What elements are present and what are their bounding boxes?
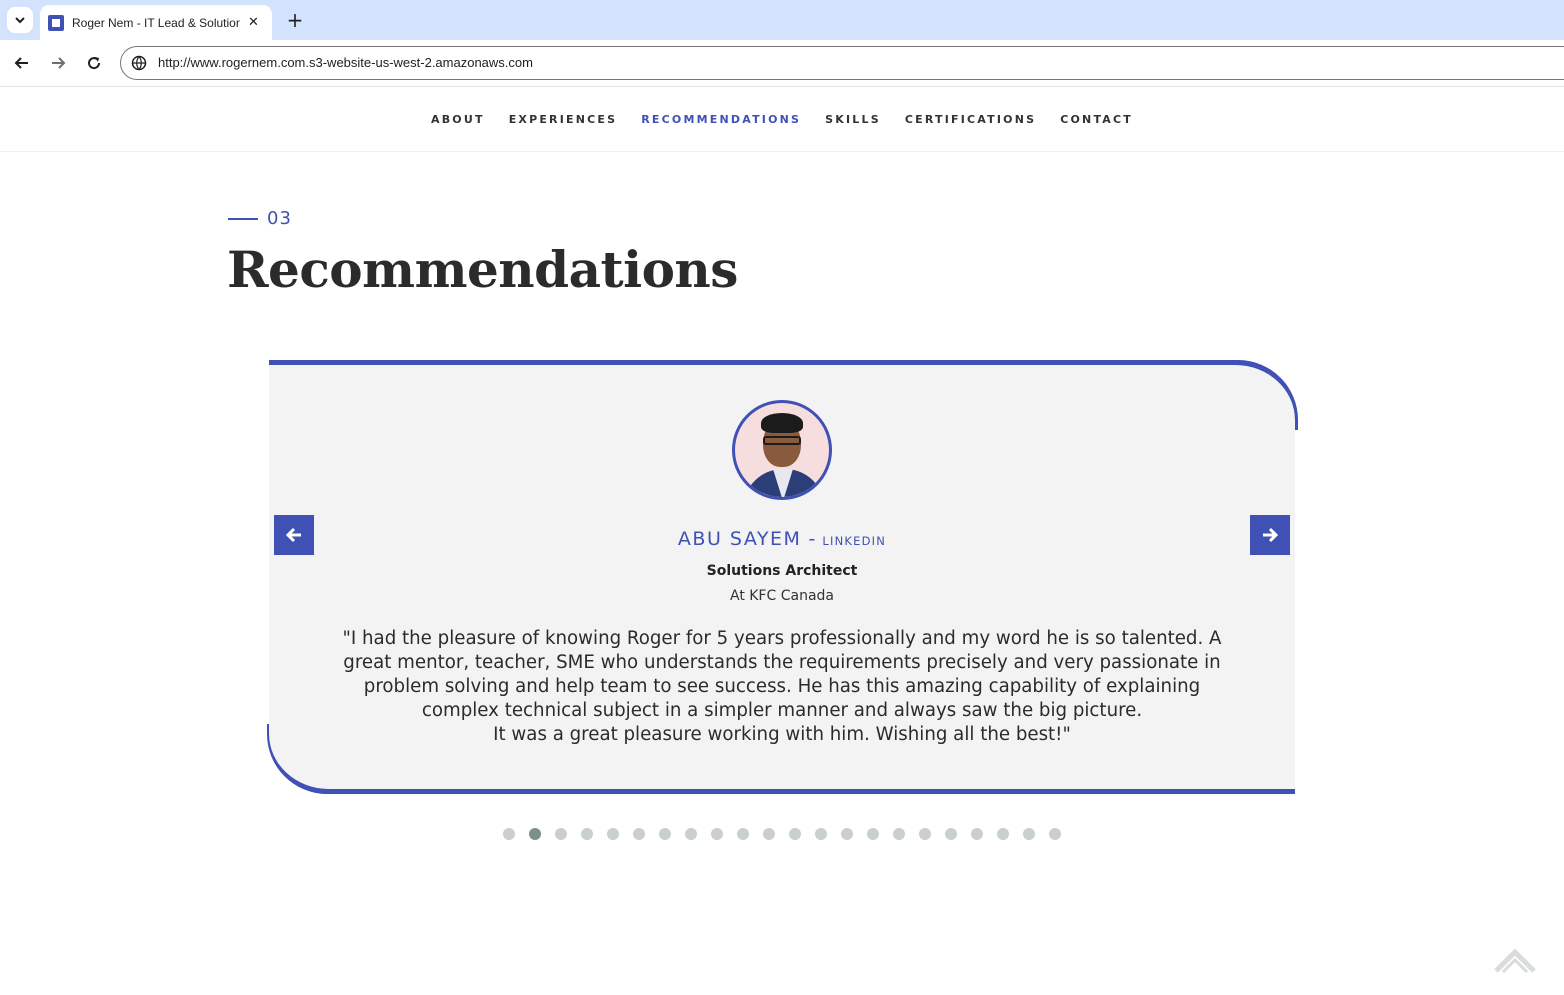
section-number-text: 03 (267, 208, 292, 229)
carousel-dot[interactable] (711, 828, 723, 840)
carousel-dot[interactable] (555, 828, 567, 840)
quote-line: It was a great pleasure working with him… (493, 724, 1071, 745)
carousel-dot[interactable] (815, 828, 827, 840)
recommender-role: Solutions Architect (706, 563, 858, 579)
carousel-dot[interactable] (971, 828, 983, 840)
tab-search-button[interactable] (7, 7, 33, 33)
carousel-dot[interactable] (841, 828, 853, 840)
nav-link-recommendations[interactable]: RECOMMENDATIONS (641, 113, 801, 126)
carousel-dot[interactable] (997, 828, 1009, 840)
carousel-dot[interactable] (1023, 828, 1035, 840)
carousel-dot[interactable] (529, 828, 541, 840)
carousel-dot[interactable] (867, 828, 879, 840)
carousel-dot[interactable] (763, 828, 775, 840)
card-corner-decoration (1234, 360, 1298, 430)
carousel-dot[interactable] (737, 828, 749, 840)
close-icon[interactable]: ✕ (248, 15, 259, 30)
nav-link-skills[interactable]: SKILLS (825, 113, 881, 126)
arrow-right-icon (52, 57, 66, 69)
quote-line: "I had the pleasure of knowing Roger for… (342, 628, 1222, 649)
carousel-dot[interactable] (1049, 828, 1061, 840)
avatar (732, 400, 832, 500)
browser-toolbar: http://www.rogernem.com.s3-website-us-we… (0, 40, 1564, 87)
quote-line: complex technical subject in a simpler m… (421, 700, 1143, 721)
recommender-name: ABU SAYEM (677, 528, 802, 550)
section-rule (228, 217, 258, 220)
avatar-glasses (763, 436, 801, 445)
recommender-line: ABU SAYEM - LINKEDIN (269, 528, 1295, 550)
nav-link-certifications[interactable]: CERTIFICATIONS (905, 113, 1036, 126)
avatar-hair (761, 413, 803, 433)
carousel-dot[interactable] (659, 828, 671, 840)
tab-title: Roger Nem - IT Lead & Solutions Architec… (72, 15, 240, 30)
carousel-dot[interactable] (685, 828, 697, 840)
carousel-dot[interactable] (633, 828, 645, 840)
reload-icon (88, 57, 101, 70)
nav-link-experiences[interactable]: EXPERIENCES (509, 113, 618, 126)
carousel-dot[interactable] (919, 828, 931, 840)
browser-tab[interactable]: Roger Nem - IT Lead & Solutions Architec… (40, 5, 272, 40)
carousel-pagination (0, 828, 1564, 840)
section-number: 03 (228, 208, 292, 229)
carousel-dot[interactable] (503, 828, 515, 840)
carousel-dot[interactable] (789, 828, 801, 840)
name-separator: - (808, 528, 816, 550)
nav-link-contact[interactable]: CONTACT (1060, 113, 1133, 126)
reload-button[interactable] (81, 50, 107, 76)
carousel-dot[interactable] (607, 828, 619, 840)
favicon-icon (48, 14, 64, 31)
forward-button[interactable] (45, 50, 71, 76)
quote-line: problem solving and help team to see suc… (363, 676, 1201, 697)
testimonial-card: ABU SAYEM - LINKEDIN Solutions Architect… (267, 360, 1298, 794)
section-title: Recommendations (227, 240, 738, 299)
browser-tabstrip: Roger Nem - IT Lead & Solutions Architec… (0, 0, 1564, 40)
url-text: http://www.rogernem.com.s3-website-us-we… (158, 55, 533, 70)
address-bar[interactable]: http://www.rogernem.com.s3-website-us-we… (120, 46, 1564, 80)
card-corner-decoration (267, 724, 331, 794)
arrow-left-icon (14, 57, 28, 69)
chevron-up-icon[interactable] (1493, 945, 1537, 975)
site-nav: ABOUT EXPERIENCES RECOMMENDATIONS SKILLS… (0, 88, 1564, 152)
testimonial-quote: "I had the pleasure of knowing Roger for… (324, 627, 1240, 747)
carousel-dot[interactable] (893, 828, 905, 840)
chevron-down-icon (15, 17, 25, 24)
recommender-company: At KFC Canada (729, 588, 834, 604)
new-tab-button[interactable]: + (282, 7, 308, 33)
site-info-icon[interactable] (131, 55, 147, 71)
nav-link-about[interactable]: ABOUT (431, 113, 485, 126)
linkedin-link[interactable]: LINKEDIN (822, 534, 886, 548)
carousel-dot[interactable] (945, 828, 957, 840)
quote-line: great mentor, teacher, SME who understan… (343, 652, 1221, 673)
carousel-dot[interactable] (581, 828, 593, 840)
back-button[interactable] (9, 50, 35, 76)
